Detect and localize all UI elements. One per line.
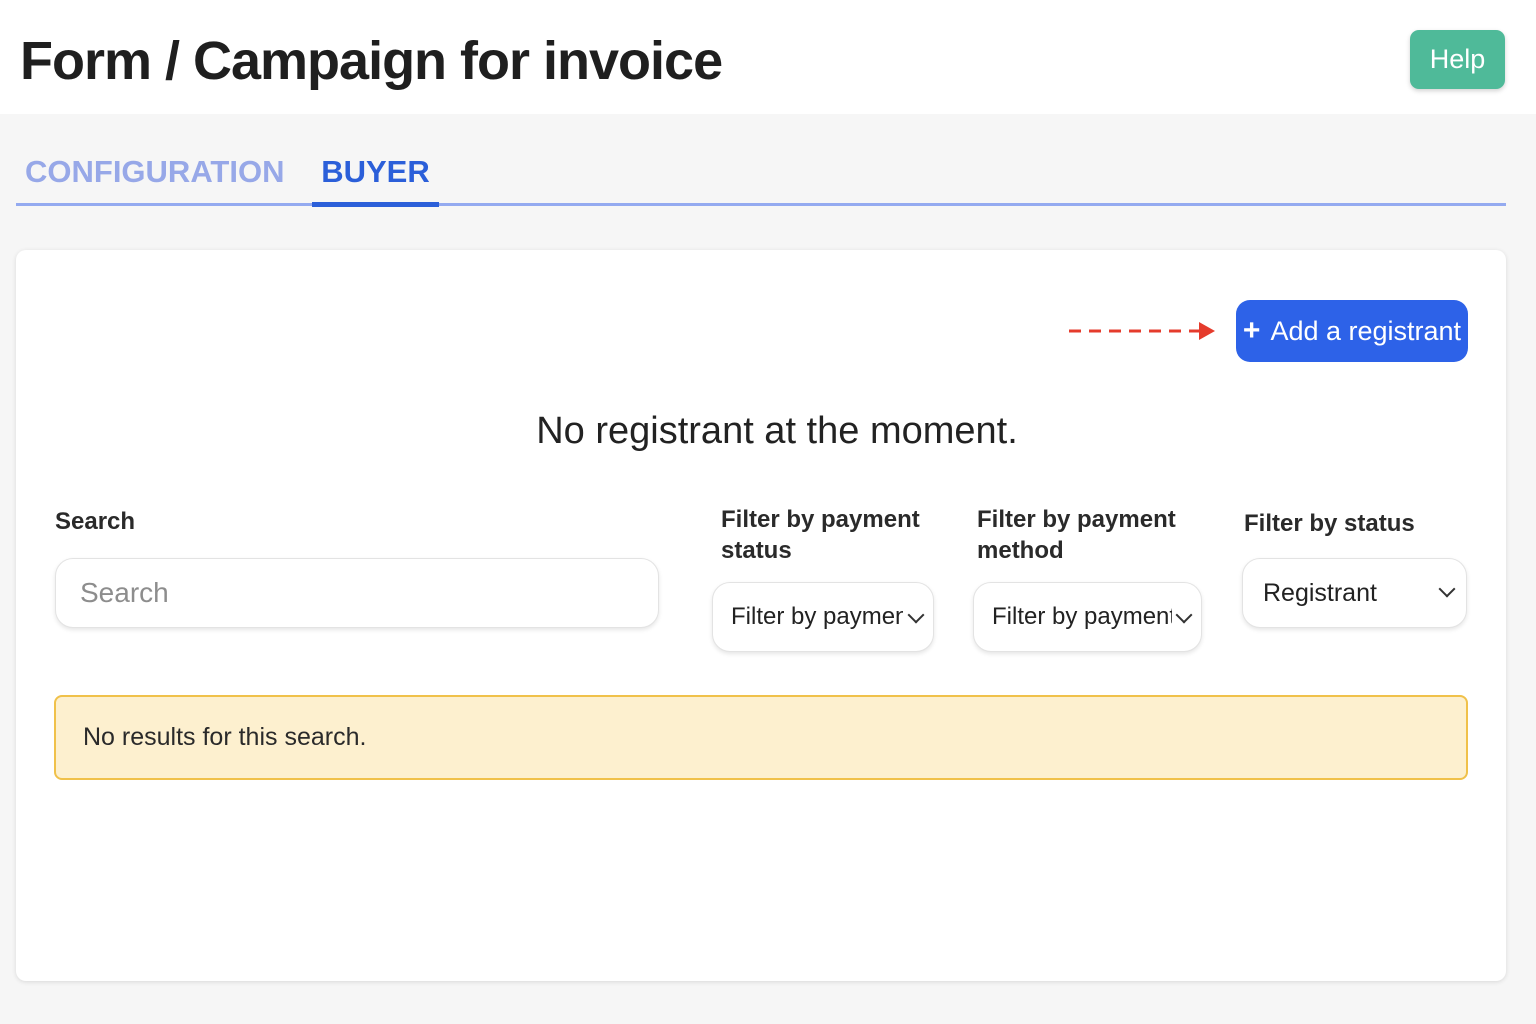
page-title: Form / Campaign for invoice (20, 31, 723, 91)
search-label: Search (55, 508, 136, 535)
add-registrant-label: Add a registrant (1270, 315, 1462, 346)
chevron-down-icon (1438, 580, 1456, 598)
empty-state-message: No registrant at the moment. (536, 410, 1018, 452)
payment-method-select[interactable]: Filter by payment method (973, 582, 1202, 652)
search-input[interactable] (55, 558, 659, 628)
tab-buyer[interactable]: BUYER (312, 140, 439, 207)
payment-status-select[interactable]: Filter by payment status (712, 582, 934, 652)
page-header: Form / Campaign for invoice Help (0, 0, 1536, 114)
no-results-alert: No results for this search. (54, 695, 1468, 780)
tab-bar: CONFIGURATION BUYER (16, 140, 1506, 207)
payment-method-selected: Filter by payment method (992, 603, 1172, 630)
payment-status-filter-label: Filter by payment status (721, 506, 920, 564)
status-select[interactable]: Registrant (1242, 558, 1467, 628)
status-selected: Registrant (1263, 579, 1377, 607)
add-registrant-button[interactable]: + Add a registrant (1236, 300, 1468, 362)
payment-method-filter-label: Filter by payment method (977, 506, 1176, 564)
status-filter-label: Filter by status (1244, 510, 1415, 537)
chevron-down-icon (907, 606, 925, 624)
help-button[interactable]: Help (1410, 30, 1505, 89)
arrow-right-icon (1069, 322, 1215, 340)
tab-configuration[interactable]: CONFIGURATION (25, 140, 284, 206)
payment-status-selected: Filter by payment status (731, 603, 903, 630)
chevron-down-icon (1175, 606, 1193, 624)
plus-icon: + (1242, 314, 1261, 347)
registrants-card: + Add a registrant No registrant at the … (16, 250, 1506, 981)
